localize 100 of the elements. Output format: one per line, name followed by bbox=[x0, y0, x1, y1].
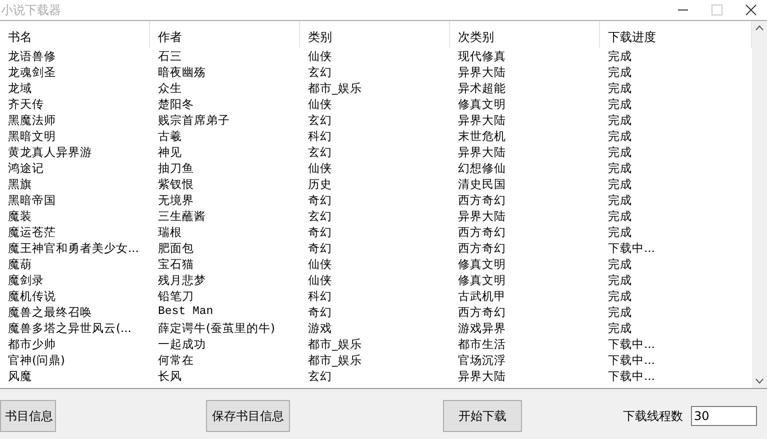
table-cell-text: 长风 bbox=[157, 368, 183, 384]
table-cell-text: 玄幻 bbox=[307, 64, 333, 80]
table-cell-text: 西方奇幻 bbox=[457, 192, 507, 208]
table-cell-text: 现代修真 bbox=[457, 48, 507, 64]
catalog-info-button[interactable]: 书目信息 bbox=[0, 400, 56, 432]
table-cell-text: 神见 bbox=[157, 144, 183, 160]
table-cell-text: 游戏异界 bbox=[457, 320, 507, 336]
column-header[interactable]: 作者 bbox=[150, 21, 300, 48]
table-cell-text: 魔葫 bbox=[7, 256, 33, 272]
table-cell-text: 风魔 bbox=[7, 368, 33, 384]
table-cell-text: 魔剑录 bbox=[7, 272, 45, 288]
table-cell-text: 完成 bbox=[607, 272, 633, 288]
table-cell-text: 清史民国 bbox=[457, 176, 507, 192]
table-cell-text: 西方奇幻 bbox=[457, 304, 507, 320]
table-cell-text: 一起成功 bbox=[157, 336, 207, 352]
table-cell-text: 玄幻 bbox=[307, 368, 333, 384]
table-cell-text: 仙侠 bbox=[307, 48, 333, 64]
table-cell-text: 仙侠 bbox=[307, 96, 333, 112]
table-cell-text: 紫钗恨 bbox=[157, 176, 195, 192]
table-cell-text: 魔运苍茫 bbox=[7, 224, 57, 240]
column-header[interactable]: 类别 bbox=[300, 21, 450, 48]
table-cell-text: 下载中... bbox=[607, 336, 656, 352]
table-cell-text: 楚阳冬 bbox=[157, 96, 195, 112]
table-cell-text: 玄幻 bbox=[307, 144, 333, 160]
table-cell-text: 完成 bbox=[607, 224, 633, 240]
close-icon[interactable] bbox=[745, 4, 757, 16]
table-cell-text: 宝石猫 bbox=[157, 256, 195, 272]
scroll-up-icon[interactable] bbox=[755, 25, 764, 31]
save-catalog-button[interactable]: 保存书目信息 bbox=[206, 400, 290, 432]
table-cell-text: 官神(问鼎) bbox=[7, 352, 66, 368]
table-cell-text: 完成 bbox=[607, 192, 633, 208]
start-download-button[interactable]: 开始下载 bbox=[443, 400, 522, 432]
table-cell-text: 异界大陆 bbox=[457, 368, 507, 384]
scrollbar[interactable] bbox=[752, 21, 767, 388]
table-cell-text: 完成 bbox=[607, 160, 633, 176]
table-cell-text: 都市_娱乐 bbox=[307, 80, 363, 96]
table-cell-text: 无境界 bbox=[157, 192, 195, 208]
table-cell-text: 下载中... bbox=[607, 352, 656, 368]
table-cell-text: 瑞根 bbox=[157, 224, 183, 240]
table-cell-text: 龙语兽修 bbox=[7, 48, 57, 64]
table-cell-text: 修真文明 bbox=[457, 256, 507, 272]
table-cell-text: 鸿途记 bbox=[7, 160, 45, 176]
table-cell-text: 官场沉浮 bbox=[457, 352, 507, 368]
table-cell-text: 齐天传 bbox=[7, 96, 45, 112]
table-cell-text: 魔机传说 bbox=[7, 288, 57, 304]
column-header[interactable]: 书名 bbox=[0, 21, 150, 48]
table-cell-text: 石三 bbox=[157, 48, 183, 64]
table-cell-text: 异界大陆 bbox=[457, 144, 507, 160]
table-cell-text: 完成 bbox=[607, 48, 633, 64]
table-cell-text: 奇幻 bbox=[307, 240, 333, 256]
table-cell-text: 众生 bbox=[157, 80, 183, 96]
table-cell-text: 完成 bbox=[607, 80, 633, 96]
table-cell-text: 下载中... bbox=[607, 368, 656, 384]
thread-count-field[interactable]: 30 bbox=[691, 406, 757, 426]
table-cell-text: 黑暗帝国 bbox=[7, 192, 57, 208]
table-cell-text: 奇幻 bbox=[307, 304, 333, 320]
table-cell-text: 黑旗 bbox=[7, 176, 33, 192]
table-cell-text: 奇幻 bbox=[307, 192, 333, 208]
table-cell-text: 奇幻 bbox=[307, 224, 333, 240]
column-header[interactable]: 次类别 bbox=[450, 21, 600, 48]
table-cell-text: 异术超能 bbox=[457, 80, 507, 96]
table-cell-text: 仙侠 bbox=[307, 256, 333, 272]
table-cell-text: 异界大陆 bbox=[457, 208, 507, 224]
table-cell-text: 幻想修仙 bbox=[457, 160, 507, 176]
table-cell-text: 科幻 bbox=[307, 288, 333, 304]
table-cell-text: 西方奇幻 bbox=[457, 224, 507, 240]
table-cell-text: 完成 bbox=[607, 112, 633, 128]
table-cell-text: 修真文明 bbox=[457, 272, 507, 288]
table-cell-text: Best Man bbox=[157, 304, 214, 320]
table-cell-text: 科幻 bbox=[307, 128, 333, 144]
table-cell-text: 下载中... bbox=[607, 240, 656, 256]
table-cell-text: 黄龙真人异界游 bbox=[7, 144, 93, 160]
table-cell-text: 薛定谔牛(蚕茧里的牛) bbox=[157, 320, 276, 336]
table-cell-text: 魔兽之最终召唤 bbox=[7, 304, 93, 320]
table-cell-text: 暗夜幽殇 bbox=[157, 64, 207, 80]
table-cell-text: 完成 bbox=[607, 128, 633, 144]
table-cell-text: 异界大陆 bbox=[457, 112, 507, 128]
table-cell-text: 都市生活 bbox=[457, 336, 507, 352]
table-cell-text: 异界大陆 bbox=[457, 64, 507, 80]
table-cell-text: 黑魔法师 bbox=[7, 112, 57, 128]
table-cell-text: 肥面包 bbox=[157, 240, 195, 256]
table-cell-text: 魔兽多塔之异世风云(... bbox=[7, 320, 132, 336]
table-cell-text: 末世危机 bbox=[457, 128, 507, 144]
table-cell-text: 完成 bbox=[607, 176, 633, 192]
table-cell-text: 玄幻 bbox=[307, 208, 333, 224]
table-cell-text: 完成 bbox=[607, 208, 633, 224]
table-cell-text: 古武机甲 bbox=[457, 288, 507, 304]
table-cell-text: 仙侠 bbox=[307, 160, 333, 176]
table-cell-text: 都市_娱乐 bbox=[307, 336, 363, 352]
table-cell-text: 完成 bbox=[607, 96, 633, 112]
table-cell-text: 贱宗首席弟子 bbox=[157, 112, 231, 128]
table-cell-text: 修真文明 bbox=[457, 96, 507, 112]
table-cell-text: 都市_娱乐 bbox=[307, 352, 363, 368]
table-cell-text: 完成 bbox=[607, 144, 633, 160]
table-cell-text: 铅笔刀 bbox=[157, 288, 195, 304]
scroll-down-icon[interactable] bbox=[755, 378, 764, 384]
table-cell-text: 都市少帅 bbox=[7, 336, 57, 352]
table-cell-text: 古羲 bbox=[157, 128, 183, 144]
table-cell-text: 魔王神官和勇者美少女... bbox=[7, 240, 140, 256]
thread-count-label: 下载线程数 bbox=[623, 408, 683, 424]
